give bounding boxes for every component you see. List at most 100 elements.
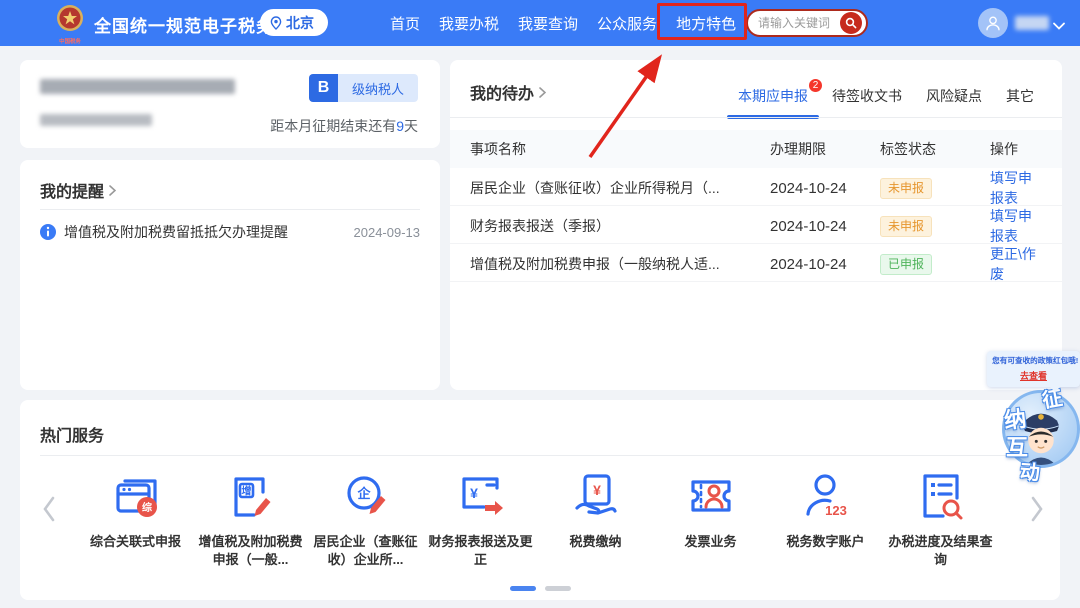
service-label: 办税进度及结果查询 (888, 533, 994, 568)
service-digital-account[interactable]: 123 税务数字账户 (768, 468, 883, 568)
carousel-next-button[interactable] (1030, 496, 1044, 527)
pagination-dot[interactable] (545, 586, 571, 591)
info-icon (40, 224, 56, 240)
service-label: 居民企业（查账征收）企业所... (313, 533, 419, 568)
service-progress-query[interactable]: 办税进度及结果查询 (883, 468, 998, 568)
deadline-suffix: 天 (404, 118, 418, 134)
tab-documents-to-sign[interactable]: 待签收文书 (832, 86, 902, 117)
svg-text:¥: ¥ (593, 482, 601, 498)
services-row: 综 综合关联式申报 增 增值税及附加税费申报（一般... 企 (78, 468, 998, 568)
col-deadline: 办理期限 (770, 139, 880, 159)
status-badge: 未申报 (880, 178, 932, 199)
tax-payment-icon: ¥ (568, 468, 624, 524)
nav-home[interactable]: 首页 (390, 13, 420, 34)
chevron-down-icon (1053, 22, 1065, 30)
search-input[interactable] (758, 16, 840, 30)
grade-label: 级纳税人 (338, 74, 418, 102)
redacted-taxpayer-id (40, 114, 152, 126)
todo-deadline: 2024-10-24 (770, 180, 880, 197)
todos-title: 我的待办 (470, 80, 534, 104)
svg-text:¥: ¥ (470, 485, 478, 501)
user-avatar[interactable] (978, 8, 1008, 38)
location-label: 北京 (286, 13, 314, 33)
tab-risk-points[interactable]: 风险疑点 (926, 86, 982, 117)
tab-current-declarations[interactable]: 本期应申报 2 (738, 86, 808, 117)
hot-services-title: 热门服务 (40, 422, 104, 446)
filing-deadline-text: 距本月征期结束还有9天 (270, 116, 418, 136)
nav-tax-handling[interactable]: 我要办税 (439, 13, 499, 34)
progress-query-icon (913, 468, 969, 524)
chevron-right-icon (109, 185, 116, 196)
reminders-title: 我的提醒 (40, 178, 104, 202)
service-resident-enterprise-tax[interactable]: 企 居民企业（查账征收）企业所... (308, 468, 423, 568)
svg-text:企: 企 (356, 486, 371, 501)
hot-services-card: 热门服务 综 综合关联式申报 (20, 400, 1060, 600)
person-icon (984, 14, 1002, 32)
todos-card: 我的待办 本期应申报 2 待签收文书 风险疑点 其它 事项名称 办理期限 (450, 60, 1062, 390)
chevron-right-icon (539, 87, 546, 98)
search-button[interactable] (840, 12, 862, 34)
redacted-company-name (40, 79, 235, 94)
financial-report-icon: ¥ (453, 468, 509, 524)
location-pin-icon (270, 16, 282, 30)
tooltip-view-link[interactable]: 去查看 (1020, 369, 1047, 382)
tab-other[interactable]: 其它 (1006, 86, 1034, 117)
invoice-icon (683, 468, 739, 524)
nav-public-service[interactable]: 公众服务 (597, 13, 657, 34)
status-badge: 已申报 (880, 254, 932, 275)
todo-deadline: 2024-10-24 (770, 218, 880, 235)
chevron-left-icon (42, 496, 56, 522)
todo-deadline: 2024-10-24 (770, 256, 880, 273)
col-item-name: 事项名称 (470, 139, 770, 159)
reminder-item[interactable]: 增值税及附加税费留抵抵欠办理提醒 2024-09-13 (40, 222, 420, 242)
service-label: 税费缴纳 (543, 533, 649, 551)
service-label: 增值税及附加税费申报（一般... (198, 533, 304, 568)
national-emblem: 中国税务 (54, 4, 86, 46)
chevron-right-icon (1030, 496, 1044, 522)
emblem-icon (55, 4, 85, 34)
todos-tabs: 本期应申报 2 待签收文书 风险疑点 其它 (738, 86, 1034, 117)
service-label: 综合关联式申报 (83, 533, 189, 551)
service-invoice[interactable]: 发票业务 (653, 468, 768, 568)
grade-letter: B (309, 74, 338, 102)
tab-label: 本期应申报 (738, 88, 808, 104)
reminders-title-row[interactable]: 我的提醒 (40, 178, 116, 202)
fill-declaration-link[interactable]: 填写申报表 (990, 168, 1042, 208)
credit-grade-badge[interactable]: B 级纳税人 (309, 74, 418, 102)
service-label: 税务数字账户 (773, 533, 879, 551)
table-row: 财务报表报送（季报） 2024-10-24 未申报 填写申报表 (450, 206, 1062, 244)
main-nav: 首页 我要办税 我要查询 公众服务 地方特色 (390, 0, 736, 46)
correct-void-link[interactable]: 更正\作废 (990, 244, 1042, 284)
mascot-char: 动 (1019, 455, 1041, 485)
comprehensive-declaration-icon: 综 (108, 468, 164, 524)
tab-count-badge: 2 (808, 78, 823, 93)
emblem-caption: 中国税务 (56, 39, 85, 45)
service-label: 发票业务 (658, 533, 764, 551)
status-badge: 未申报 (880, 216, 932, 237)
todos-title-row[interactable]: 我的待办 (470, 80, 546, 104)
tab-label: 风险疑点 (926, 88, 982, 104)
service-comprehensive-declaration[interactable]: 综 综合关联式申报 (78, 468, 193, 568)
fill-declaration-link[interactable]: 填写申报表 (990, 206, 1042, 246)
location-selector[interactable]: 北京 (260, 9, 328, 36)
service-vat-declaration[interactable]: 增 增值税及附加税费申报（一般... (193, 468, 308, 568)
reminders-card: 我的提醒 增值税及附加税费留抵抵欠办理提醒 2024-09-13 (20, 160, 440, 390)
service-label: 财务报表报送及更正 (428, 533, 534, 568)
table-header: 事项名称 办理期限 标签状态 操作 (450, 130, 1062, 168)
carousel-prev-button[interactable] (42, 496, 56, 527)
todo-name: 财务报表报送（季报） (470, 216, 770, 236)
divider (40, 209, 420, 210)
top-header: 中国税务 全国统一规范电子税务局 北京 首页 我要办税 我要查询 公众服务 地方… (0, 0, 1080, 46)
tooltip-text: 您有可查收的政策红包哦! (992, 355, 1075, 365)
divider (450, 117, 1062, 118)
user-menu-toggle[interactable] (1053, 17, 1065, 35)
nav-inquiry[interactable]: 我要查询 (518, 13, 578, 34)
nav-local-features[interactable]: 地方特色 (676, 13, 736, 34)
svg-text:增: 增 (241, 485, 251, 498)
table-row: 居民企业（查账征收）企业所得税月（... 2024-10-24 未申报 填写申报… (450, 168, 1062, 206)
service-tax-payment[interactable]: ¥ 税费缴纳 (538, 468, 653, 568)
pagination-dot-active[interactable] (510, 586, 536, 591)
service-financial-report[interactable]: ¥ 财务报表报送及更正 (423, 468, 538, 568)
carousel-pagination (20, 586, 1060, 591)
divider (40, 455, 1040, 456)
